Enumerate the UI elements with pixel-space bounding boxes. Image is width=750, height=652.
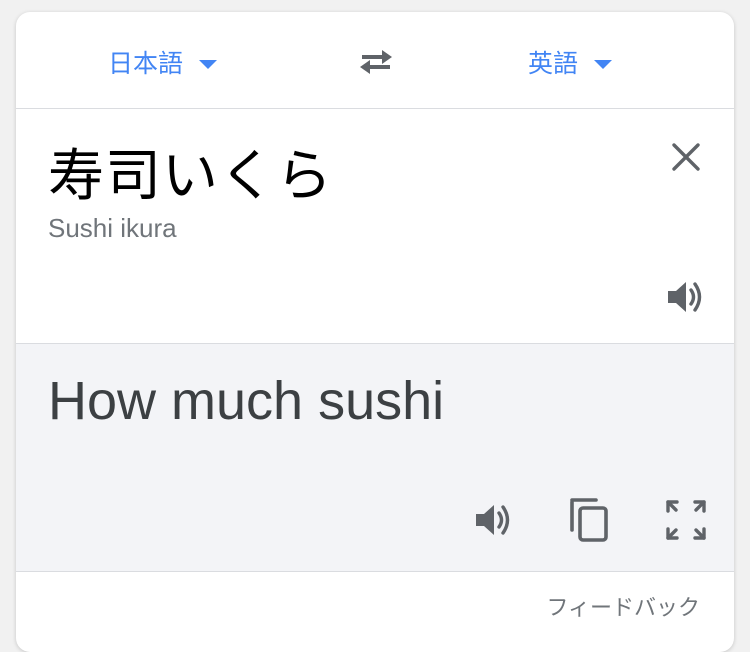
translation-text: How much sushi [48,371,445,431]
listen-source-button[interactable] [662,273,710,321]
target-language-label: 英語 [528,49,579,78]
footer: フィードバック [16,572,734,632]
copy-icon [570,498,608,542]
swap-arrows-icon [360,50,392,74]
romanization-text: Sushi ikura [48,213,177,243]
source-text-area[interactable]: 寿司いくら Sushi ikura [16,109,734,343]
target-language-select[interactable]: 英語 [528,42,613,82]
speaker-icon [668,282,702,312]
translation-result-area: How much sushi [16,343,734,572]
swap-languages-button[interactable] [352,42,400,82]
fullscreen-button[interactable] [660,494,712,546]
translate-card: 日本語 英語 寿司いくら Sushi ikura How much sushi … [16,12,734,652]
source-input-text[interactable]: 寿司いくら [48,131,333,212]
copy-translation-button[interactable] [564,494,616,546]
speaker-icon [476,505,510,535]
fullscreen-icon [666,500,706,540]
source-language-label: 日本語 [108,49,184,78]
listen-translation-button[interactable] [468,494,520,546]
caret-down-icon [199,59,218,69]
clear-button[interactable] [664,135,708,179]
close-icon [672,143,700,171]
source-language-select[interactable]: 日本語 [108,42,218,82]
caret-down-icon [594,59,613,69]
language-bar: 日本語 英語 [16,12,734,109]
feedback-link[interactable]: フィードバック [546,590,700,622]
